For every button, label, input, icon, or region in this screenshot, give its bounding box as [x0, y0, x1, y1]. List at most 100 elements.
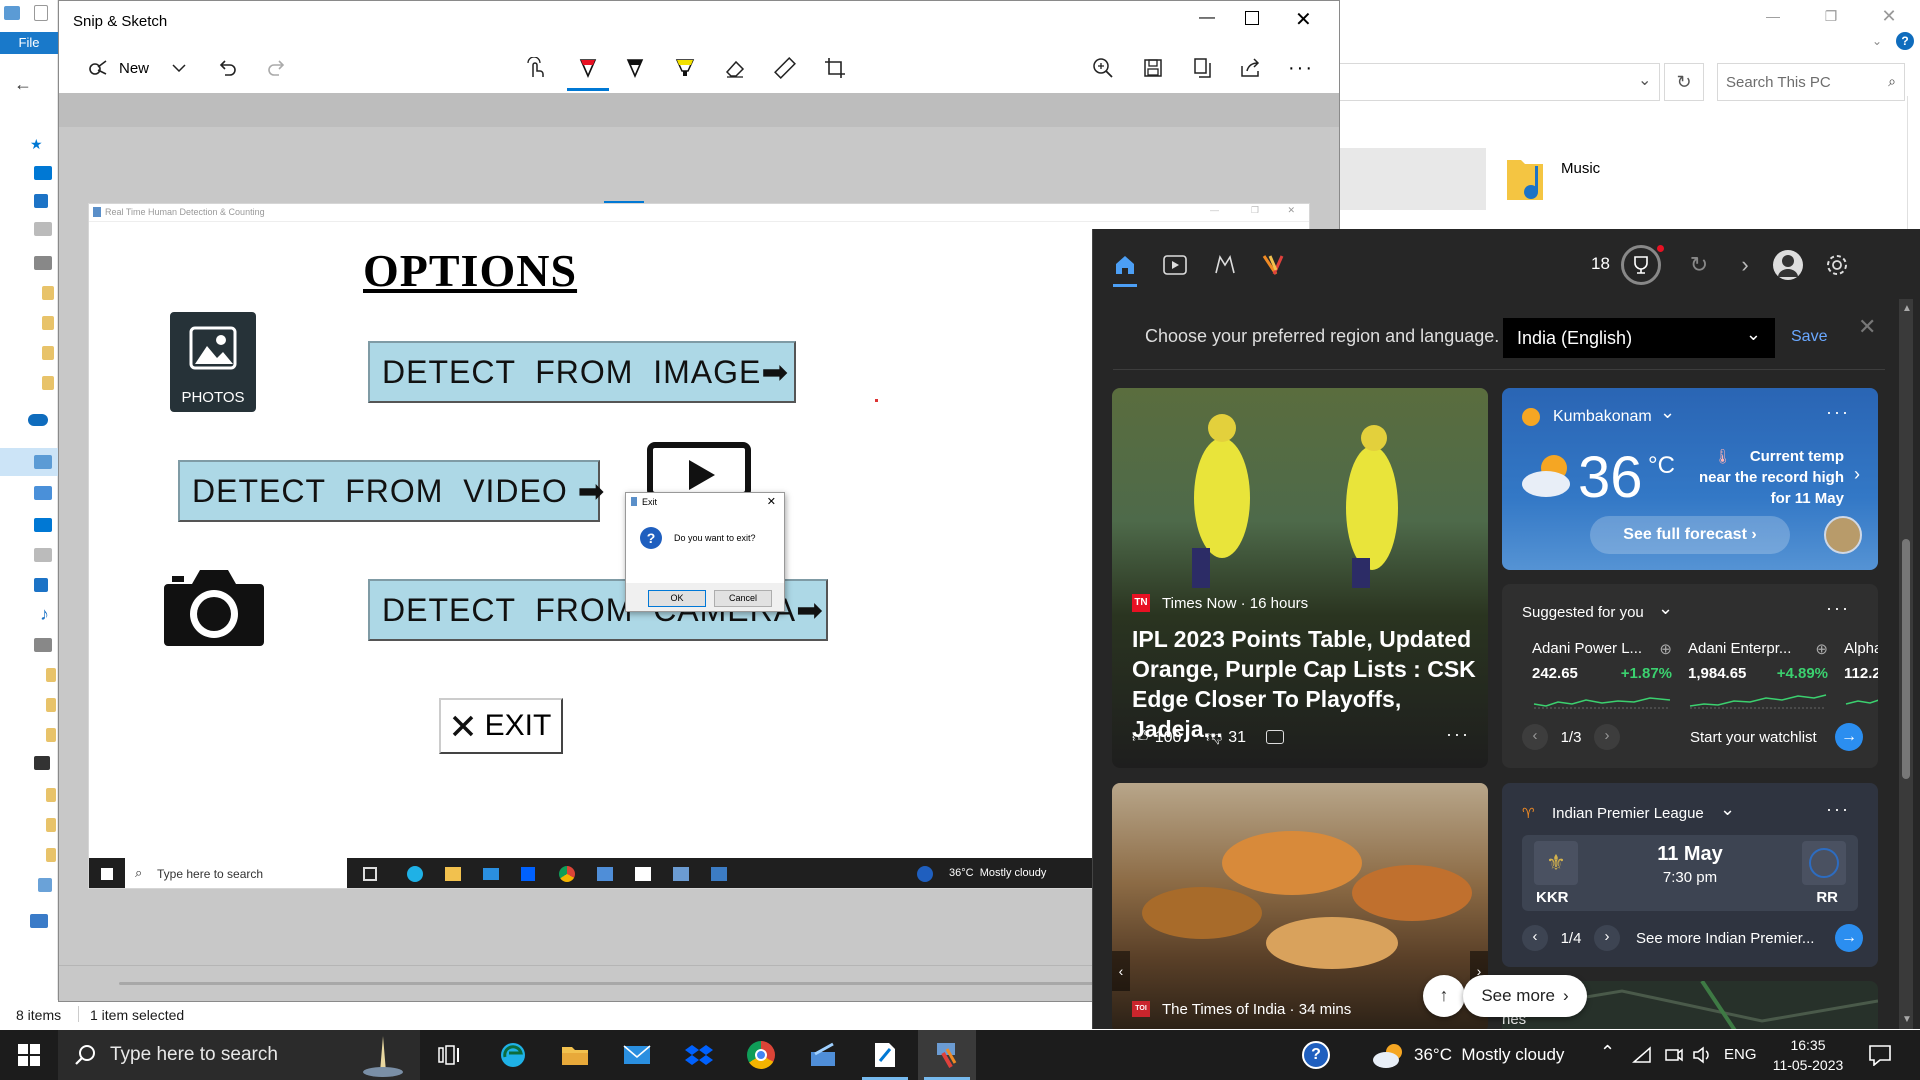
video-tab-icon[interactable] — [1159, 249, 1191, 281]
rewards-trophy-icon[interactable] — [1621, 245, 1664, 285]
clock[interactable]: 16:35 11-05-2023 — [1768, 1035, 1848, 1075]
search-input[interactable]: Search This PC ⌕ — [1717, 63, 1905, 101]
stocks-card[interactable]: Suggested for you ⌄ ··· Adani Power L...… — [1502, 584, 1878, 768]
ipl-card[interactable]: ♈︎ Indian Premier League ⌄ ··· ⚜ KKR 11 … — [1502, 783, 1878, 967]
address-dropdown-icon[interactable]: ⌄ — [1638, 70, 1651, 90]
python-app-icon[interactable] — [918, 1030, 976, 1080]
folder-icon[interactable] — [46, 698, 56, 712]
documents-icon[interactable] — [34, 548, 52, 562]
see-more-ipl-link[interactable]: See more Indian Premier... — [1636, 930, 1820, 947]
region-close-icon[interactable]: ✕ — [1858, 314, 1876, 340]
onedrive-icon[interactable] — [28, 414, 48, 426]
volume-icon[interactable] — [1692, 1046, 1712, 1064]
add-to-watchlist-icon[interactable]: ⊕ — [1659, 640, 1672, 658]
like-button[interactable]: 👍︎ 100 — [1132, 728, 1181, 747]
article1-headline[interactable]: IPL 2023 Points Table, Updated Orange, P… — [1132, 624, 1476, 744]
match-panel[interactable]: ⚜ KKR 11 May 7:30 pm RR — [1522, 835, 1858, 911]
folder-icon[interactable] — [42, 376, 54, 390]
file-explorer-icon[interactable] — [546, 1030, 604, 1080]
scroll-up-icon[interactable]: ▲ — [1902, 303, 1912, 314]
show-hidden-icons-chevron[interactable]: ⌃ — [1600, 1042, 1615, 1063]
snip-minimize-button[interactable]: — — [1187, 9, 1227, 27]
profile-avatar[interactable] — [1773, 250, 1803, 280]
meet-now-icon[interactable] — [1664, 1046, 1684, 1064]
taskbar-search-box[interactable]: Type here to search — [58, 1030, 420, 1080]
horizontal-scrollbar[interactable] — [119, 982, 1119, 985]
close-button[interactable]: ✕ — [1860, 0, 1918, 32]
snip-close-button[interactable]: ✕ — [1295, 7, 1312, 32]
folder-icon[interactable] — [46, 668, 56, 682]
detect-from-video-button[interactable]: DETECT FROM VIDEO ➡ — [178, 460, 604, 522]
network-icon[interactable] — [1632, 1046, 1652, 1064]
taskbar-weather[interactable]: 36°C Mostly cloudy — [1414, 1045, 1564, 1065]
copy-icon[interactable] — [1183, 43, 1223, 93]
file-tab[interactable]: File — [0, 32, 58, 54]
zoom-icon[interactable] — [1083, 43, 1123, 93]
pager-prev-icon[interactable]: ‹ — [1522, 724, 1548, 750]
new-snip-dropdown-icon[interactable] — [159, 43, 199, 93]
help-tips-icon[interactable]: ? — [1302, 1041, 1330, 1069]
local-disk-icon[interactable] — [38, 878, 52, 892]
folder-icon[interactable] — [42, 316, 54, 330]
dialog-ok-button[interactable]: OK — [648, 590, 706, 607]
restore-button[interactable]: ❐ — [1802, 0, 1860, 32]
more-options-icon[interactable]: ··· — [1826, 799, 1850, 820]
crop-icon[interactable] — [815, 43, 855, 93]
home-tab-icon[interactable] — [1109, 249, 1141, 287]
videos-icon[interactable] — [34, 756, 50, 770]
edge-icon[interactable] — [484, 1030, 542, 1080]
help-icon[interactable]: ? — [1896, 32, 1914, 50]
folder-icon[interactable] — [42, 286, 54, 300]
pager-next-icon[interactable]: › — [1593, 724, 1620, 750]
see-more-button[interactable]: See more › — [1463, 975, 1587, 1017]
mail-icon[interactable] — [608, 1030, 666, 1080]
region-save-button[interactable]: Save — [1791, 328, 1827, 346]
settings-gear-icon[interactable] — [1821, 249, 1853, 281]
downloads-icon[interactable] — [34, 194, 48, 208]
music-folder-label[interactable]: Music — [1561, 160, 1600, 177]
task-view-icon[interactable] — [420, 1030, 478, 1080]
ipl-chevron-icon[interactable]: ⌄ — [1720, 799, 1735, 820]
arrow-right-icon[interactable]: → — [1835, 924, 1863, 952]
more-options-icon[interactable]: ··· — [1446, 724, 1470, 745]
downloads-icon[interactable] — [34, 578, 48, 592]
stocks-chevron-icon[interactable]: ⌄ — [1658, 598, 1673, 619]
highlighter-icon[interactable] — [665, 43, 705, 93]
ribbon-expand-icon[interactable]: ⌄ — [1872, 34, 1882, 48]
folder-icon[interactable] — [42, 346, 54, 360]
games-tab-icon[interactable] — [1209, 249, 1241, 281]
dislike-button[interactable]: 👎︎ 31 — [1206, 728, 1246, 747]
this-pc-icon[interactable] — [34, 455, 52, 469]
comment-icon[interactable] — [1266, 730, 1284, 744]
start-button[interactable] — [0, 1030, 58, 1080]
address-bar[interactable]: ⌄ — [1340, 63, 1660, 101]
refresh-icon[interactable]: ↻ — [1683, 249, 1715, 281]
pictures-icon[interactable] — [34, 638, 52, 652]
desktop-icon[interactable] — [34, 166, 52, 180]
save-icon[interactable] — [1133, 43, 1173, 93]
music-folder-icon[interactable] — [1505, 152, 1545, 202]
cloudy-weather-icon[interactable] — [1372, 1042, 1406, 1070]
notifications-icon[interactable] — [1868, 1044, 1892, 1066]
back-to-top-button[interactable]: ↑ — [1423, 975, 1465, 1017]
undo-icon[interactable] — [207, 43, 247, 93]
add-to-watchlist-icon[interactable]: ⊕ — [1815, 640, 1828, 658]
carousel-prev-icon[interactable]: ‹ — [1112, 951, 1130, 991]
see-full-forecast-button[interactable]: See full forecast › — [1590, 516, 1790, 554]
arrow-right-icon[interactable]: → — [1835, 723, 1863, 751]
location-chevron-icon[interactable]: ⌄ — [1660, 402, 1675, 423]
new-snip-button[interactable]: New — [71, 43, 165, 93]
weather-card[interactable]: Kumbakonam ⌄ ··· 36 °C Current temp near… — [1502, 388, 1878, 570]
network-icon[interactable] — [30, 914, 48, 928]
stock-item[interactable]: Alpha 112.2 — [1844, 640, 1878, 712]
dropbox-icon[interactable] — [670, 1030, 728, 1080]
input-language[interactable]: ENG — [1724, 1046, 1757, 1063]
documents-icon[interactable] — [34, 222, 52, 236]
weather-thumbnail[interactable] — [1824, 516, 1862, 554]
minimize-button[interactable]: — — [1744, 0, 1802, 32]
scroll-down-icon[interactable]: ▼ — [1902, 1014, 1912, 1025]
properties-icon[interactable] — [34, 5, 48, 21]
snip-sketch-taskbar-icon[interactable] — [856, 1030, 914, 1080]
quick-access-star-icon[interactable]: ★ — [30, 136, 43, 153]
dialog-close-icon[interactable]: ✕ — [767, 495, 776, 508]
